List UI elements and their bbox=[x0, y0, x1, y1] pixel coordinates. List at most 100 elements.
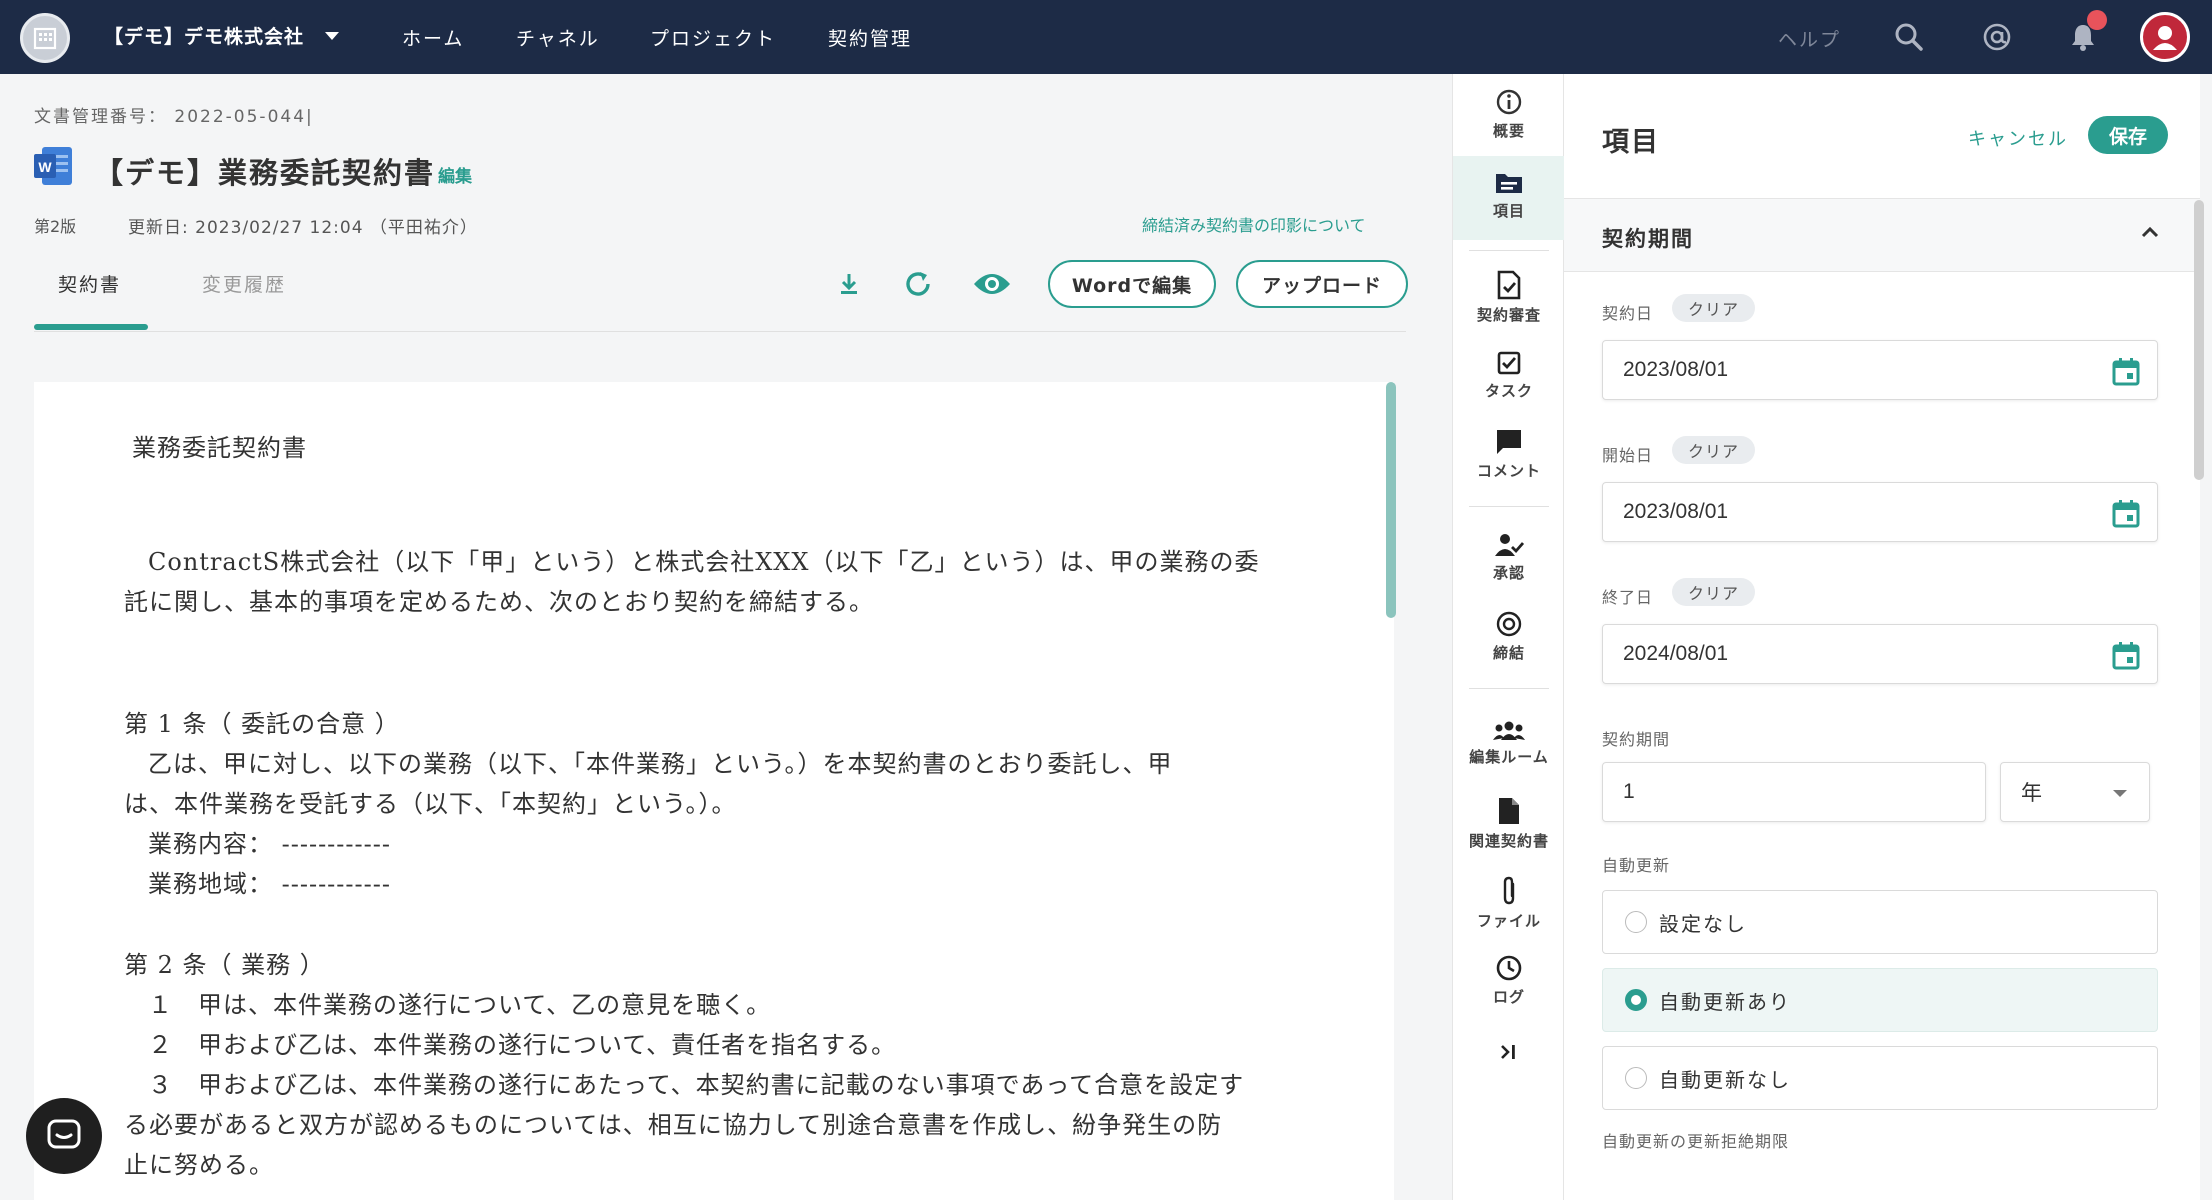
calendar-icon[interactable] bbox=[2111, 357, 2141, 387]
rail-item-approval[interactable]: 承認 bbox=[1453, 532, 1565, 600]
nav-project[interactable]: プロジェクト bbox=[650, 24, 776, 51]
contract-paragraph: ContractS株式会社（以下「甲」という）と株式会社XXX（以下「乙」という… bbox=[148, 548, 1260, 576]
nav-contract-management[interactable]: 契約管理 bbox=[828, 24, 912, 51]
period-value-input[interactable]: 1 bbox=[1602, 762, 1986, 822]
auto-renew-option-none[interactable]: 設定なし bbox=[1602, 890, 2158, 954]
article-title: 第 2 条（ 業務 ） bbox=[124, 951, 325, 979]
radio-button[interactable] bbox=[1625, 911, 1647, 933]
calendar-icon[interactable] bbox=[2111, 641, 2141, 671]
chevron-up-icon[interactable] bbox=[2140, 225, 2160, 239]
edit-title-link[interactable]: 編集 bbox=[438, 162, 472, 187]
rail-item-overview[interactable]: 概要 bbox=[1453, 88, 1565, 156]
edit-in-word-button[interactable]: Wordで編集 bbox=[1048, 260, 1216, 308]
radio-label: 設定なし bbox=[1659, 911, 1747, 936]
tab-history[interactable]: 変更履歴 bbox=[202, 270, 286, 297]
period-value: 1 bbox=[1623, 780, 1635, 803]
rail-label: 編集ルーム bbox=[1469, 748, 1549, 766]
rail-item-related-contracts[interactable]: 関連契約書 bbox=[1453, 796, 1565, 866]
comment-icon bbox=[1497, 430, 1521, 454]
rail-label: 関連契約書 bbox=[1468, 832, 1549, 850]
end-date-input[interactable]: 2024/08/01 bbox=[1602, 624, 2158, 684]
document-scrollbar-thumb[interactable] bbox=[1386, 382, 1396, 618]
at-icon[interactable] bbox=[1980, 20, 2014, 54]
document-number: 文書管理番号： 2022-05-044| bbox=[34, 107, 314, 127]
panel-title: 項目 bbox=[1602, 127, 1660, 158]
side-icon-rail: 概要 項目 契約審査 タスク コメント 承認 締結 編集ルーム 関連契約書 ファ… bbox=[1452, 74, 1565, 1200]
panel-scrollbar[interactable] bbox=[2194, 200, 2204, 480]
document-main-area: 文書管理番号： 2022-05-044| W 【デモ】業務委託契約書 編集 第2… bbox=[0, 74, 1452, 1200]
period-unit-select[interactable]: 年 bbox=[2000, 762, 2150, 822]
tab-divider bbox=[34, 331, 1406, 332]
task-check-icon bbox=[1497, 351, 1521, 375]
auto-renew-option-yes[interactable]: 自動更新あり bbox=[1602, 968, 2158, 1032]
clock-icon bbox=[1496, 955, 1522, 981]
contract-paragraph: 業務地域： ------------ bbox=[148, 870, 391, 898]
rail-divider bbox=[1469, 506, 1549, 507]
rail-divider bbox=[1469, 250, 1549, 251]
eye-icon[interactable] bbox=[972, 270, 1012, 298]
rail-item-log[interactable]: ログ bbox=[1453, 954, 1565, 1022]
document-scrollbar[interactable] bbox=[1386, 382, 1396, 1200]
notification-badge bbox=[2087, 10, 2107, 30]
clear-start-date-button[interactable]: クリア bbox=[1672, 436, 1756, 464]
tab-contract[interactable]: 契約書 bbox=[58, 270, 121, 297]
contract-document-preview[interactable]: 業務委託契約書 ContractS株式会社（以下「甲」という）と株式会社XXX（… bbox=[34, 382, 1394, 1200]
contract-paragraph: 業務内容： ------------ bbox=[148, 830, 391, 858]
rail-item-edit-room[interactable]: 編集ルーム bbox=[1453, 720, 1565, 788]
help-link[interactable]: ヘルプ bbox=[1778, 25, 1841, 52]
section-header-contract-period[interactable]: 契約期間 bbox=[1564, 198, 2200, 272]
contract-paragraph: ２ 甲および乙は、本件業務の遂行について、責任者を指名する。 bbox=[148, 1031, 897, 1059]
contract-paragraph: は、本件業務を受託する（以下、「本契約」という。）。 bbox=[124, 790, 737, 818]
paperclip-icon bbox=[1503, 876, 1515, 905]
document-icon bbox=[1499, 798, 1519, 824]
end-date-label: 終了日 bbox=[1602, 588, 1654, 607]
contract-date-label: 契約日 bbox=[1602, 304, 1654, 323]
calendar-icon[interactable] bbox=[2111, 499, 2141, 529]
caret-down-icon[interactable] bbox=[325, 32, 339, 40]
rail-item-fields[interactable]: 項目 bbox=[1453, 156, 1565, 240]
contract-paragraph: 乙は、甲に対し、以下の業務（以下、「本件業務」という。）を本契約書のとおり委託し… bbox=[148, 750, 1173, 778]
rail-label: ファイル bbox=[1476, 912, 1541, 930]
collapse-icon[interactable] bbox=[1453, 1042, 1565, 1072]
rail-item-review[interactable]: 契約審査 bbox=[1453, 270, 1565, 338]
caret-down-icon bbox=[2113, 790, 2127, 797]
start-date-label: 開始日 bbox=[1602, 446, 1654, 465]
building-icon[interactable] bbox=[20, 13, 70, 63]
user-avatar-icon[interactable] bbox=[2140, 12, 2190, 62]
section-title: 契約期間 bbox=[1602, 227, 1694, 251]
start-date-input[interactable]: 2023/08/01 bbox=[1602, 482, 2158, 542]
chat-icon[interactable] bbox=[26, 1098, 102, 1174]
seal-info-link[interactable]: 締結済み契約書の印影について bbox=[1142, 212, 1366, 236]
refusal-deadline-label: 自動更新の更新拒絶期限 bbox=[1602, 1132, 1790, 1151]
contract-paragraph: ３ 甲および乙は、本件業務の遂行にあたって、本契約書に記載のない事項であって合意… bbox=[148, 1071, 1245, 1099]
start-date-value: 2023/08/01 bbox=[1623, 500, 1729, 523]
nav-home[interactable]: ホーム bbox=[402, 24, 464, 51]
auto-renew-option-no[interactable]: 自動更新なし bbox=[1602, 1046, 2158, 1110]
contract-date-input[interactable]: 2023/08/01 bbox=[1602, 340, 2158, 400]
review-doc-icon bbox=[1497, 270, 1521, 300]
refresh-icon[interactable] bbox=[902, 268, 934, 300]
radio-button-selected[interactable] bbox=[1625, 989, 1647, 1011]
save-button[interactable]: 保存 bbox=[2088, 116, 2168, 154]
rail-label: 項目 bbox=[1492, 202, 1525, 220]
rail-label: 概要 bbox=[1492, 122, 1525, 140]
clear-contract-date-button[interactable]: クリア bbox=[1672, 294, 1756, 322]
download-icon[interactable] bbox=[836, 270, 862, 298]
active-tab-indicator bbox=[34, 324, 148, 330]
radio-button[interactable] bbox=[1625, 1067, 1647, 1089]
rail-item-comment[interactable]: コメント bbox=[1453, 428, 1565, 496]
clear-end-date-button[interactable]: クリア bbox=[1672, 578, 1756, 606]
search-icon[interactable] bbox=[1892, 20, 1926, 54]
rail-item-files[interactable]: ファイル bbox=[1453, 876, 1565, 944]
document-number-value[interactable]: 2022-05-044 bbox=[174, 107, 306, 127]
company-name[interactable]: 【デモ】デモ株式会社 bbox=[104, 22, 304, 49]
upload-button[interactable]: アップロード bbox=[1236, 260, 1408, 308]
document-version: 第2版 bbox=[34, 217, 77, 236]
radio-label: 自動更新なし bbox=[1659, 1067, 1791, 1092]
approve-user-icon bbox=[1495, 534, 1524, 556]
nav-channel[interactable]: チャネル bbox=[516, 24, 600, 51]
cancel-button[interactable]: キャンセル bbox=[1968, 125, 2068, 151]
rail-label: 締結 bbox=[1492, 644, 1525, 662]
rail-item-task[interactable]: タスク bbox=[1453, 350, 1565, 418]
rail-item-execution[interactable]: 締結 bbox=[1453, 610, 1565, 678]
